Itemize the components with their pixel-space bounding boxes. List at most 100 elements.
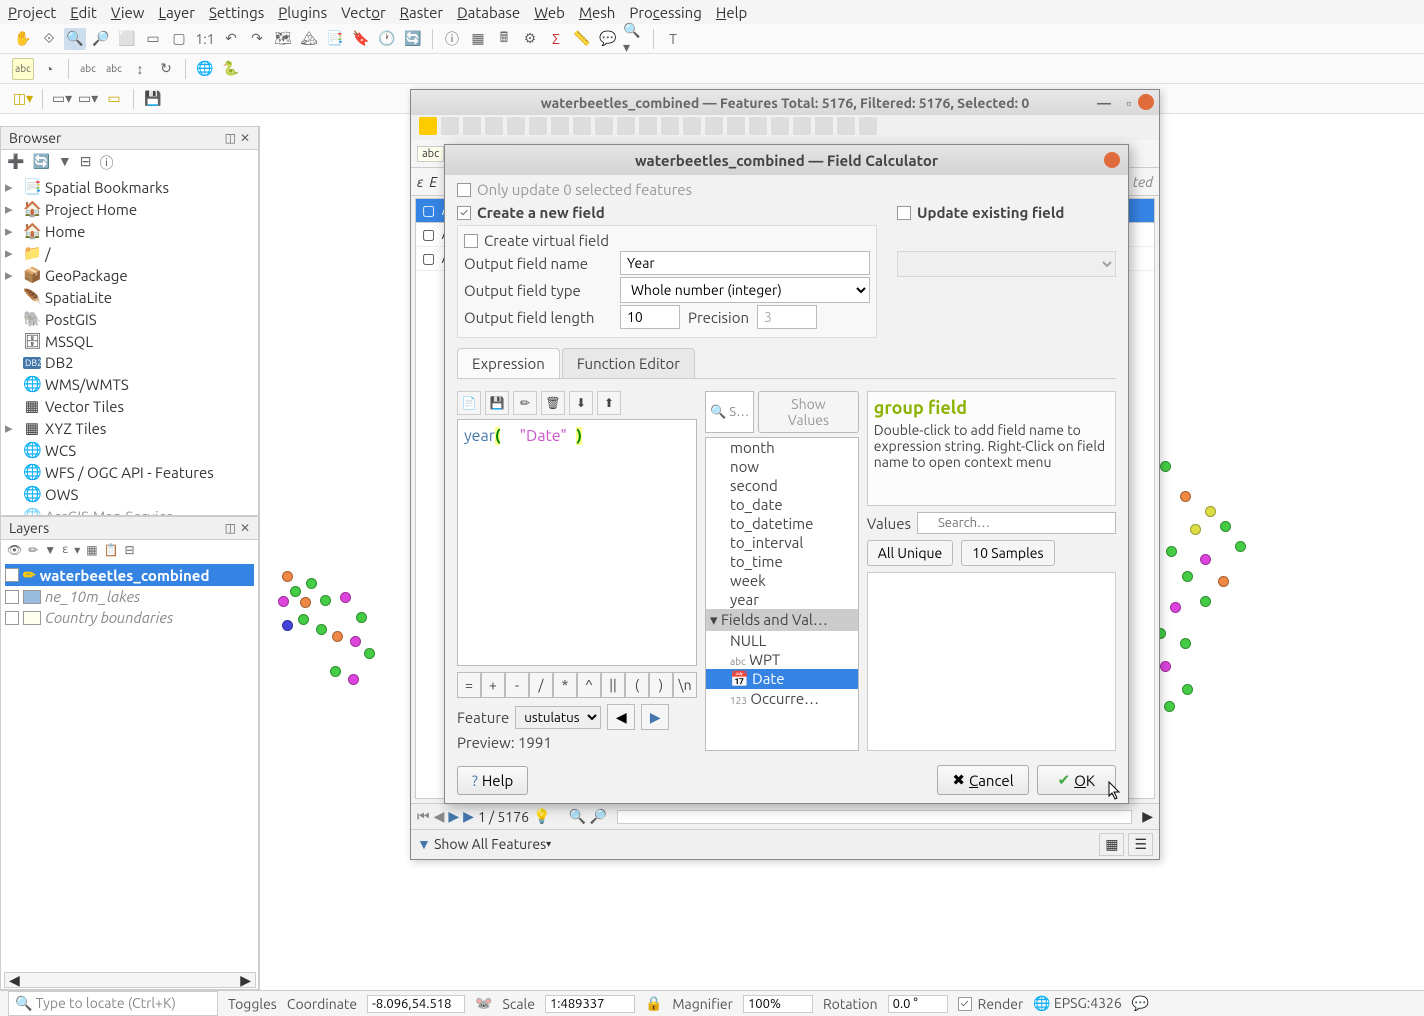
clear-icon[interactable]: 📄 bbox=[457, 391, 481, 415]
export-icon[interactable]: ⬆ bbox=[597, 391, 621, 415]
field-calc-icon[interactable]: 🖩 bbox=[493, 28, 515, 50]
temporal-icon[interactable]: 🕐 bbox=[376, 28, 398, 50]
scale-input[interactable] bbox=[545, 995, 635, 1013]
field-item[interactable]: 123 Occurre… bbox=[706, 689, 858, 708]
layer-item[interactable]: Country boundaries bbox=[5, 607, 254, 628]
op-mul[interactable]: * bbox=[553, 672, 577, 698]
dialog-titlebar[interactable]: waterbeetles_combined — Field Calculator bbox=[445, 145, 1128, 175]
highlight-icon[interactable]: 💡 bbox=[533, 808, 550, 825]
filter-icon[interactable]: ▼ bbox=[58, 153, 72, 173]
python-icon[interactable]: 🐍 bbox=[220, 58, 242, 80]
op-concat[interactable]: || bbox=[601, 672, 625, 698]
play-icon[interactable]: ▶ bbox=[448, 808, 459, 825]
expression-editor[interactable]: year( "Date" ) bbox=[457, 419, 697, 666]
scrollbar[interactable] bbox=[617, 810, 1132, 824]
func-item[interactable]: to_interval bbox=[706, 533, 858, 552]
zoom-selection-icon[interactable]: ▭ bbox=[142, 28, 164, 50]
rotate-label-icon[interactable]: ↻ bbox=[155, 58, 177, 80]
new-3d-icon[interactable]: 🏔 bbox=[298, 28, 320, 50]
zoom-out-icon[interactable]: 🔎 bbox=[90, 28, 112, 50]
attribute-table-icon[interactable]: ▦ bbox=[467, 28, 489, 50]
select-all-icon[interactable]: ▭ bbox=[103, 88, 125, 110]
crs-button[interactable]: 🌐 EPSG:4326 bbox=[1033, 995, 1122, 1012]
identify-icon[interactable]: ⓘ bbox=[441, 28, 463, 50]
render-check[interactable]: ✓ Render bbox=[958, 996, 1024, 1012]
field-item-selected[interactable]: 📅 Date bbox=[706, 669, 858, 689]
coordinate-input[interactable] bbox=[367, 995, 465, 1013]
output-field-name-input[interactable] bbox=[620, 251, 870, 275]
op-eq[interactable]: = bbox=[457, 672, 481, 698]
func-item[interactable]: to_datetime bbox=[706, 514, 858, 533]
menu-plugins[interactable]: Plugins bbox=[278, 4, 327, 21]
menu-settings[interactable]: Settings bbox=[209, 4, 264, 21]
output-field-type-select[interactable]: Whole number (integer) bbox=[620, 277, 870, 303]
magnifier-input[interactable] bbox=[743, 995, 813, 1013]
func-item[interactable]: now bbox=[706, 457, 858, 476]
pan-icon[interactable]: ✋ bbox=[12, 28, 34, 50]
nominatim-icon[interactable]: 🔍▾ bbox=[623, 28, 645, 50]
osm-icon[interactable]: 🌐 bbox=[194, 58, 216, 80]
zoom-last-icon[interactable]: ↶ bbox=[220, 28, 242, 50]
zoom-in-icon[interactable]: 🔍 bbox=[64, 28, 86, 50]
func-group[interactable]: ▾ Fields and Val… bbox=[706, 609, 858, 631]
messages-icon[interactable]: 💬 bbox=[1132, 995, 1149, 1012]
op-div[interactable]: / bbox=[529, 672, 553, 698]
pin-label-icon[interactable]: abc bbox=[77, 58, 99, 80]
zoom-next-icon[interactable]: ↷ bbox=[246, 28, 268, 50]
import-icon[interactable]: ⬇ bbox=[569, 391, 593, 415]
op-minus[interactable]: - bbox=[505, 672, 529, 698]
zoom-layer-icon[interactable]: ▢ bbox=[168, 28, 190, 50]
func-item[interactable]: week bbox=[706, 571, 858, 590]
menu-view[interactable]: View bbox=[111, 4, 145, 21]
menu-vector[interactable]: Vector bbox=[341, 4, 386, 21]
save-icon[interactable] bbox=[463, 117, 481, 135]
prev-feature-button[interactable]: ◀ bbox=[607, 704, 635, 730]
func-item[interactable]: to_time bbox=[706, 552, 858, 571]
field-item[interactable]: abc WPT bbox=[706, 650, 858, 669]
menu-project[interactable]: Project bbox=[8, 4, 56, 21]
close-icon[interactable]: ✕ bbox=[240, 521, 250, 535]
op-rparen[interactable]: ) bbox=[649, 672, 673, 698]
menu-web[interactable]: Web bbox=[534, 4, 565, 21]
lock-icon[interactable]: 🔒 bbox=[645, 995, 662, 1012]
layers-tree[interactable]: ✓ ✏ waterbeetles_combined ne_10m_lakes C… bbox=[0, 560, 259, 990]
pan-to-icon[interactable]: 🔎 bbox=[590, 808, 607, 825]
new-bookmark-icon[interactable]: 📑 bbox=[324, 28, 346, 50]
move-label-icon[interactable]: ↕ bbox=[129, 58, 151, 80]
delete-expr-icon[interactable]: 🗑 bbox=[541, 391, 565, 415]
close-icon[interactable] bbox=[1138, 94, 1154, 110]
save-expr-icon[interactable]: 💾 bbox=[485, 391, 509, 415]
func-item[interactable]: year bbox=[706, 590, 858, 609]
close-icon[interactable] bbox=[1104, 152, 1120, 168]
multi-edit-icon[interactable] bbox=[441, 117, 459, 135]
undock-icon[interactable]: ◫ bbox=[225, 131, 236, 145]
show-bookmarks-icon[interactable]: 🔖 bbox=[350, 28, 372, 50]
op-newline[interactable]: \n bbox=[673, 672, 697, 698]
zoom-full-icon[interactable]: ⬜ bbox=[116, 28, 138, 50]
browser-tree[interactable]: ▸📑Spatial Bookmarks ▸🏠Project Home ▸🏠Hom… bbox=[0, 176, 259, 516]
ok-button[interactable]: ✔OK bbox=[1037, 765, 1116, 795]
ten-samples-button[interactable]: 10 Samples bbox=[961, 540, 1054, 566]
menu-edit[interactable]: Edit bbox=[70, 4, 97, 21]
main-menubar[interactable]: Project Edit View Layer Settings Plugins… bbox=[0, 0, 1424, 24]
menu-layer[interactable]: Layer bbox=[158, 4, 195, 21]
cancel-button[interactable]: ✖Cancel bbox=[937, 765, 1028, 795]
menu-mesh[interactable]: Mesh bbox=[579, 4, 615, 21]
edit-icon[interactable] bbox=[419, 117, 437, 135]
locate-input[interactable]: 🔍 Type to locate (Ctrl+K) bbox=[8, 991, 218, 1016]
rotation-input[interactable] bbox=[888, 995, 948, 1013]
menu-database[interactable]: Database bbox=[457, 4, 520, 21]
close-icon[interactable]: ✕ bbox=[240, 131, 250, 145]
hide-label-icon[interactable]: abc bbox=[103, 58, 125, 80]
op-pow[interactable]: ^ bbox=[577, 672, 601, 698]
help-button[interactable]: ?Help bbox=[457, 766, 528, 795]
tab-function-editor[interactable]: Function Editor bbox=[562, 348, 695, 378]
function-tree[interactable]: month now second to_date to_datetime to_… bbox=[705, 437, 859, 751]
refresh-icon[interactable]: 🔄 bbox=[402, 28, 424, 50]
diagram-icon[interactable]: ◔ bbox=[38, 58, 60, 80]
new-map-icon[interactable]: 🗺 bbox=[272, 28, 294, 50]
h-scrollbar[interactable]: ◀▶ bbox=[4, 972, 256, 988]
values-list[interactable] bbox=[867, 572, 1116, 751]
select-icon[interactable]: ◫▾ bbox=[12, 88, 34, 110]
function-search[interactable]: 🔍 S… bbox=[705, 391, 754, 433]
